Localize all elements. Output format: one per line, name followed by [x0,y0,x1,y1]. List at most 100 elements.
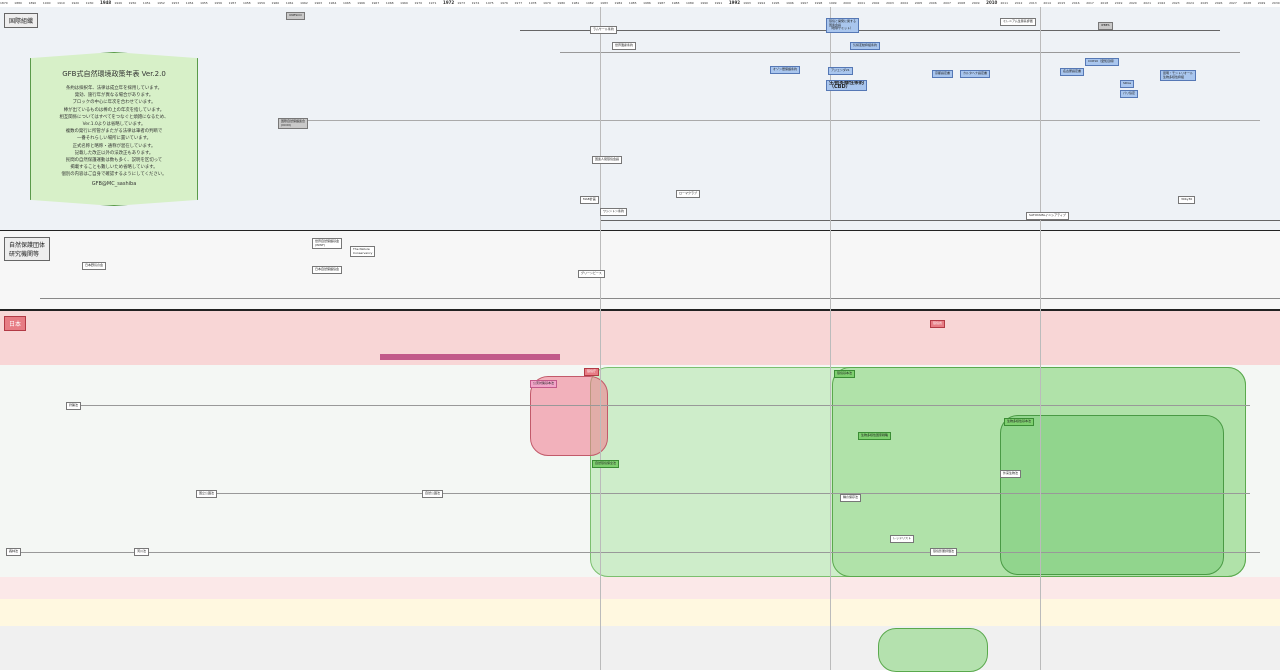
node-ramsar[interactable]: ラムサール条約 [590,26,617,34]
node-30by30[interactable]: 30by30 [1178,196,1196,204]
node-species-law[interactable]: 種の保存法 [840,494,862,502]
node-nagoya[interactable]: 名古屋議定書 [1060,68,1085,76]
node-iucn[interactable]: 国際自然保護連合 (IUCN) [278,118,309,130]
node-wbsj[interactable]: 日本野鳥の会 [82,262,107,270]
year-tick-label: 2020 [1129,1,1137,5]
node-alien-law[interactable]: 外来生物法 [1000,470,1022,478]
node-earth-summit[interactable]: 環境と開発に関する 国連会議 （地球サミット） [826,18,860,33]
node-nbsap[interactable]: 生物多様性国家戦略 [858,432,892,440]
connector-line [830,7,831,670]
node-satoyama[interactable]: SATOYAMAイニシアティブ [1026,212,1069,220]
connector-line [520,30,1220,31]
node-millennium[interactable]: ミレニアム生態系評価 [1000,18,1036,26]
node-wwf[interactable]: 世界自然保護基金 (WWF) [312,238,343,250]
year-tick-label: 1984 [614,1,623,5]
year-tick-label: 1993 [743,1,751,5]
node-whc[interactable]: 世界遺産条約 [612,42,637,50]
year-tick-label: 1920 [71,1,80,5]
node-pollution-law[interactable]: 公害対策基本法 [530,380,558,388]
legend-title: GFB式自然環境政策年表 Ver.2.0 [62,70,166,78]
year-tick-label: 2022 [1157,1,1166,5]
band-label-international: 国際組織 [4,13,39,28]
node-greenpeace[interactable]: グリーンピース [578,270,605,278]
node-cop10[interactable]: COP10（愛知目標） [1085,58,1120,66]
node-forest-law[interactable]: 森林法 [6,548,22,556]
year-tick-label: 2029 [1257,1,1266,5]
year-tick-label: 1973 [457,1,465,5]
node-cites[interactable]: ワシントン条約 [600,208,628,216]
year-tick-label: 1956 [214,1,223,5]
year-tick-label: 1999 [828,1,837,5]
band-japan-header: 日本 [0,311,1280,365]
node-cartagena[interactable]: カルタヘナ議定書 [960,70,991,78]
year-tick-label: 1990 [700,1,708,5]
year-tick-label: 2011 [1000,1,1009,5]
node-env-agency[interactable]: 環境庁 [584,368,600,376]
node-nature-cons-law[interactable]: 自然環境保全法 [592,460,620,468]
year-tick-label: 1972 [443,0,455,5]
year-tick-label: 1953 [171,1,180,5]
band-japan-extra-2 [0,599,1280,626]
year-tick-label: 1910 [57,1,65,5]
node-kyoto[interactable]: 京都議定書 [932,70,954,78]
connector-line [70,405,1250,406]
year-tick-label: 1994 [757,1,766,5]
node-eia-law[interactable]: 環境影響評価法 [930,548,958,556]
year-tick-label: 1930 [85,1,94,5]
node-club-rome[interactable]: ローマクラブ [676,190,701,198]
node-cbd[interactable]: 生物多様性条約 （CBD） [826,80,868,92]
year-tick-label: 1964 [328,1,337,5]
connector-line [560,52,1240,53]
year-tick-label: 2012 [1014,1,1023,5]
year-tick-label: 2015 [1057,1,1066,5]
year-tick-label: 2008 [957,1,966,5]
year-tick-label: 1995 [771,1,780,5]
year-tick-label: 1981 [571,1,580,5]
node-stockholm[interactable]: 国連人間環境会議 [592,156,623,164]
year-tick-label: 1989 [686,1,694,5]
node-red-list[interactable]: レッドリスト [890,535,915,543]
year-tick-label: 1983 [600,1,608,5]
year-tick-label: 1978 [528,1,537,5]
node-biodiv-basic[interactable]: 生物多様性基本法 [1004,418,1035,426]
year-tick-label: 1952 [157,1,165,5]
year-tick-label: 1955 [200,1,208,5]
legend-line: 記載した改正以外の法改正もあります。 [74,150,154,156]
region-biodiv-basic [1000,415,1224,575]
node-ozone[interactable]: オゾン層保護条約 [770,66,801,74]
node-hunting-law[interactable]: 狩猟法 [66,402,82,410]
year-tick-label: 1965 [343,1,351,5]
year-tick-label: 1890 [28,1,37,5]
node-nature-conservancy[interactable]: The Nature Conservancy [350,246,376,258]
node-basic-env-law[interactable]: 環境基本法 [834,370,856,378]
node-ipbes[interactable]: IPBES [1098,22,1113,30]
year-tick-label: 1982 [585,1,594,5]
year-tick-label: 2023 [1171,1,1180,5]
year-tick-label: 2017 [1086,1,1094,5]
year-tick-label: 1959 [257,1,265,5]
year-tick-label: 1988 [671,1,680,5]
node-env-ministry[interactable]: 環境省 [930,320,946,328]
node-kunming[interactable]: 昆明・モントリオール 生物多様性枠組 [1160,70,1197,82]
node-national-park[interactable]: 国立公園法 [196,490,218,498]
node-unesco[interactable]: UNESCO [286,12,305,20]
node-nacsj[interactable]: 日本自然保護協会 [312,266,343,274]
node-unfccc[interactable]: 気候変動枠組条約 [850,42,881,50]
year-tick-label: 1951 [142,1,151,5]
node-paris[interactable]: パリ協定 [1120,90,1139,98]
legend-body: 条約は採択年、法律は成立年を採用しています。 発効、施行年が異なる場合があります。… [39,85,189,179]
node-agenda21[interactable]: アジェンダ21 [828,67,853,75]
year-tick-label: 2000 [843,1,851,5]
year-tick-label: 2021 [1143,1,1151,5]
year-tick-label: 1880 [14,1,22,5]
year-tick-label: 1958 [242,1,251,5]
year-tick-label: 2028 [1243,1,1252,5]
node-parks-law[interactable]: 自然公園法 [422,490,444,498]
node-sdgs[interactable]: SDGs [1120,80,1135,88]
year-tick-label: 1986 [643,1,651,5]
legend-line: 棒が出ているものは棒の上の年次を指しています。 [63,107,165,113]
year-tick-label: 1960 [271,1,280,5]
year-tick-label: 2003 [886,1,894,5]
node-river-law[interactable]: 河川法 [134,548,150,556]
node-mab[interactable]: MAB計画 [580,196,599,204]
